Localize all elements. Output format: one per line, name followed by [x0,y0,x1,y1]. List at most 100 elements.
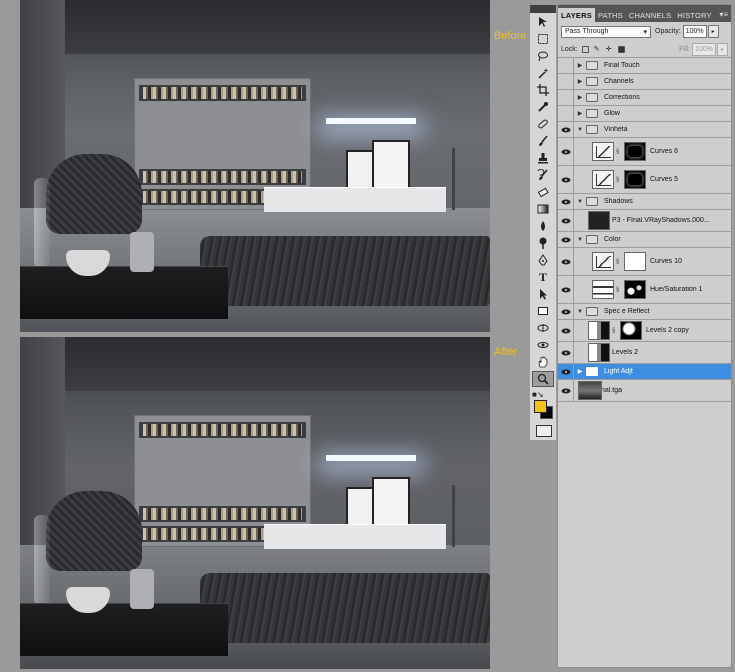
eye-icon[interactable] [558,138,574,165]
expand-arrow-icon[interactable]: ▶ [574,94,586,101]
chain-link-icon[interactable]: § [612,328,618,334]
layer-row-hue-saturation-1[interactable]: § Hue/Saturation 1 [558,276,731,304]
blend-mode-value: Pass Through [565,28,609,35]
marquee-tool-icon[interactable] [531,31,555,47]
chain-link-icon[interactable]: § [616,177,622,183]
layer-name: Glow [604,110,620,117]
expand-arrow-icon[interactable]: ▶ [574,62,586,69]
curves-adjustment-icon [592,142,614,161]
eye-icon[interactable] [558,210,574,231]
layer-row-curves-5[interactable]: § Curves 5 [558,166,731,194]
eye-icon[interactable] [558,122,574,137]
layer-mask-thumbnail[interactable] [620,321,642,340]
chain-link-icon[interactable]: § [616,259,622,265]
layer-row-channels[interactable]: ▶ Channels [558,74,731,90]
opacity-slider-button[interactable]: ▸ [707,25,719,38]
eye-icon[interactable] [558,248,574,275]
dodge-tool-icon[interactable] [531,235,555,251]
layer-row-vinheta[interactable]: ▼ Vinheta [558,122,731,138]
blur-tool-icon[interactable] [531,218,555,234]
eye-icon[interactable] [558,320,574,341]
folder-icon [586,109,598,118]
move-tool-icon[interactable] [531,14,555,30]
lock-transparency-icon[interactable] [581,45,589,53]
layer-row-levels-2-copy[interactable]: § Levels 2 copy [558,320,731,342]
chain-link-icon[interactable]: § [616,287,622,293]
eye-icon[interactable] [558,194,574,209]
lock-pixels-icon[interactable]: ✎ [594,46,601,53]
layer-name: Curves 5 [650,176,679,183]
tab-layers[interactable]: LAYERS [558,8,595,22]
quick-mask-icon[interactable] [536,425,552,437]
lasso-tool-icon[interactable] [531,48,555,64]
eraser-icon[interactable] [531,184,555,200]
swap-colors-icon[interactable]: ■↘ [532,390,544,399]
fill-field[interactable]: 100% [692,42,716,56]
visibility-toggle[interactable] [558,90,574,105]
layer-row-color[interactable]: ▼ Color [558,232,731,248]
magic-wand-icon[interactable] [531,65,555,81]
tools-panel-grip[interactable] [530,5,556,13]
eye-icon[interactable] [558,304,574,319]
shape-tool-icon[interactable] [531,303,555,319]
fill-slider-button[interactable]: ▸ [717,42,728,56]
3d-orbit-icon[interactable] [531,337,555,353]
visibility-toggle[interactable] [558,106,574,121]
layer-name: Curves 10 [650,258,682,265]
pen-tool-icon[interactable] [531,252,555,268]
path-selection-icon[interactable] [531,286,555,302]
layer-mask-thumbnail[interactable] [624,252,646,271]
layer-mask-thumbnail[interactable] [624,142,646,161]
hand-tool-icon[interactable] [531,354,555,370]
clone-stamp-icon[interactable] [531,150,555,166]
tab-channels[interactable]: CHANNELS [626,8,674,22]
layer-row-glow[interactable]: ▶ Glow [558,106,731,122]
history-brush-icon[interactable] [531,167,555,183]
layer-row-curves-6[interactable]: § Curves 6 [558,138,731,166]
collapse-arrow-icon[interactable]: ▼ [574,309,586,315]
lock-all-icon[interactable] [617,45,625,53]
visibility-toggle[interactable] [558,74,574,89]
foreground-color-swatch[interactable] [534,400,547,413]
eye-icon[interactable] [558,276,574,303]
crop-tool-icon[interactable] [531,82,555,98]
expand-arrow-icon[interactable]: ▶ [574,78,586,85]
panel-menu-icon[interactable]: ▾≡ [719,10,731,22]
layer-row-spec-e-reflect[interactable]: ▼ Spec e Reflect [558,304,731,320]
gradient-tool-icon[interactable] [531,201,555,217]
zoom-tool-icon[interactable] [532,371,554,387]
brush-tool-icon[interactable] [531,133,555,149]
layer-row-p3-final-tga[interactable]: P3 - FInal.tga [558,380,731,402]
layer-row-light-adjt[interactable]: ▶ Light Adjt [558,364,731,380]
collapse-arrow-icon[interactable]: ▼ [574,199,586,205]
layer-row-corrections[interactable]: ▶ Corrections [558,90,731,106]
layer-row-final-touch[interactable]: ▶ Final Touch [558,58,731,74]
collapse-arrow-icon[interactable]: ▼ [574,237,586,243]
curves-adjustment-icon [592,170,614,189]
expand-arrow-icon[interactable]: ▶ [574,368,586,375]
expand-arrow-icon[interactable]: ▶ [574,110,586,117]
visibility-toggle[interactable] [558,58,574,73]
eye-icon[interactable] [558,342,574,363]
3d-rotate-icon[interactable] [531,320,555,336]
type-tool-icon[interactable]: T [531,269,555,285]
collapse-arrow-icon[interactable]: ▼ [574,127,586,133]
layer-mask-thumbnail[interactable] [624,280,646,299]
layer-row-vray-shadows[interactable]: P3 - FInal.VRayShadows.000... [558,210,731,232]
eyedropper-icon[interactable] [531,99,555,115]
layer-row-shadows[interactable]: ▼ Shadows [558,194,731,210]
layer-row-levels-2[interactable]: Levels 2 [558,342,731,364]
eye-icon[interactable] [558,232,574,247]
opacity-field[interactable]: 100% [682,25,707,38]
healing-brush-icon[interactable] [531,116,555,132]
eye-icon[interactable] [558,364,574,379]
blend-mode-select[interactable]: Pass Through ▾ [561,25,651,38]
eye-icon[interactable] [558,380,574,401]
lock-position-icon[interactable]: ✛ [606,46,613,53]
chain-link-icon[interactable]: § [616,149,622,155]
tab-paths[interactable]: PATHS [595,8,626,22]
layer-mask-thumbnail[interactable] [624,170,646,189]
layer-row-curves-10[interactable]: § Curves 10 [558,248,731,276]
tab-history[interactable]: HISTORY [674,8,714,22]
eye-icon[interactable] [558,166,574,193]
